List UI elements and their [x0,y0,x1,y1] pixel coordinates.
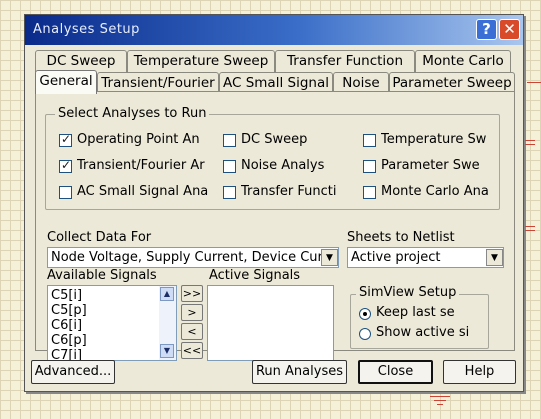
radio-keep-last[interactable]: Keep last se [359,305,483,323]
checkbox-label: Transient/Fourier Ar [77,158,205,173]
checkbox-label: Temperature Sw [381,132,487,147]
checkbox-box[interactable] [59,132,72,147]
radio-button[interactable] [359,328,371,340]
checkbox-label: DC Sweep [241,132,308,147]
ground-symbol [430,396,450,397]
active-signals-label: Active Signals [209,268,301,283]
list-item[interactable]: C5[i] [51,288,82,303]
help-button[interactable]: Help [443,360,516,384]
collect-data-label: Collect Data For [47,230,152,245]
scroll-up-icon[interactable]: ▲ [160,287,174,301]
schematic-wire [525,144,535,145]
checkbox-box[interactable] [363,186,376,199]
checkbox-box[interactable] [223,186,236,199]
run-analyses-button[interactable]: Run Analyses [252,360,347,384]
window-title: Analyses Setup [33,22,140,37]
sheets-to-netlist-value: Active project [351,250,441,265]
radio-label: Show active si [376,325,470,340]
select-analyses-legend: Select Analyses to Run [55,106,210,121]
tab-transfer-function[interactable]: Transfer Function [275,50,415,72]
schematic-wire [527,82,541,83]
schematic-wire [525,140,535,141]
list-item[interactable]: C6[p] [51,333,87,348]
tab-monte-carlo[interactable]: Monte Carlo [415,50,511,72]
sheets-to-netlist-select[interactable]: Active project ▼ [347,247,504,268]
schematic-wire [525,226,535,227]
sheets-to-netlist-label: Sheets to Netlist [347,230,455,245]
available-signals-list[interactable]: C5[i] C5[p] C6[i] C6[p] C7[i] ▲ ▼ [47,285,177,361]
list-item[interactable]: C5[p] [51,303,87,318]
checkbox-label: Parameter Swe [381,158,480,173]
vertical-scrollbar[interactable]: ▲ ▼ [159,286,176,360]
chevron-down-icon[interactable]: ▼ [321,249,338,266]
collect-data-select[interactable]: Node Voltage, Supply Current, Device Cur… [47,247,339,268]
scroll-down-icon[interactable]: ▼ [160,344,174,358]
title-close-button[interactable]: ✕ [499,19,520,40]
ground-symbol [437,404,443,405]
radio-show-active[interactable]: Show active si [359,325,483,343]
general-tab-panel: Select Analyses to Run Operating Point A… [35,91,515,361]
active-signals-list[interactable] [207,285,334,361]
checkbox-box[interactable] [59,158,72,173]
tab-temperature-sweep[interactable]: Temperature Sweep [127,50,275,72]
tab-dc-sweep[interactable]: DC Sweep [35,50,127,72]
analyses-setup-dialog: Analyses Setup ? ✕ DC Sweep Temperature … [24,14,524,392]
advanced-button[interactable]: Advanced... [31,360,115,384]
checkbox-label: Monte Carlo Ana [381,184,489,199]
available-signals-label: Available Signals [47,268,157,283]
checkbox-label: AC Small Signal Ana [77,184,209,199]
chevron-down-icon[interactable]: ▼ [486,249,503,266]
checkbox-label: Transfer Functi [241,184,337,199]
radio-button[interactable] [359,308,371,320]
checkbox-box[interactable] [223,160,236,173]
checkbox-label: Operating Point An [77,132,200,147]
schematic-wire [525,230,535,231]
checkbox-label: Noise Analys [241,158,325,173]
title-help-button[interactable]: ? [476,19,497,40]
tab-general[interactable]: General [35,70,97,94]
add-button[interactable]: > [181,304,203,321]
checkbox-box[interactable] [363,134,376,147]
close-button[interactable]: Close [358,360,433,384]
add-all-button[interactable]: >> [181,285,203,302]
remove-button[interactable]: < [181,323,203,340]
collect-data-value: Node Voltage, Supply Current, Device Cur [51,250,321,265]
checkbox-box[interactable] [59,186,72,199]
ground-symbol [434,400,446,401]
remove-all-button[interactable]: << [181,342,203,359]
simview-setup-legend: SimView Setup [356,285,460,300]
radio-label: Keep last se [376,305,455,320]
title-bar[interactable]: Analyses Setup ? ✕ [25,15,523,45]
checkbox-box[interactable] [363,160,376,173]
checkbox-box[interactable] [223,134,236,147]
list-item[interactable]: C6[i] [51,318,82,333]
